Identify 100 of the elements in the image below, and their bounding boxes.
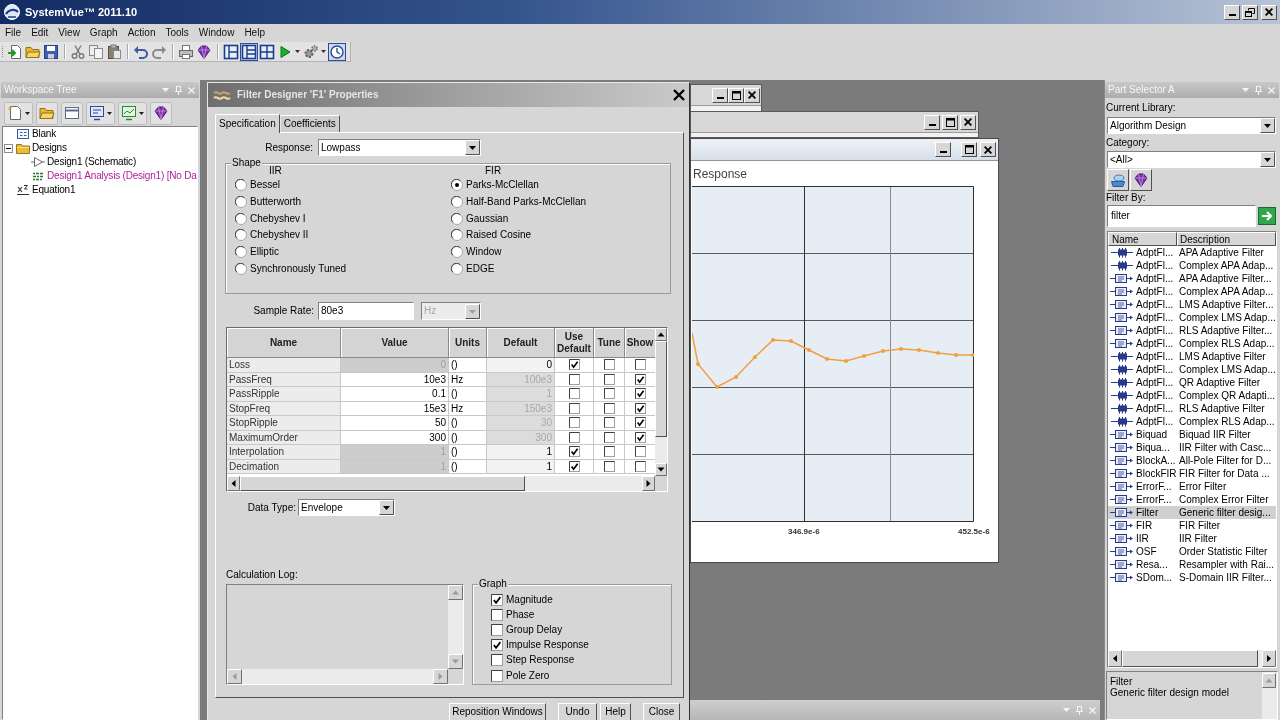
open-button[interactable] xyxy=(36,101,58,125)
checkbox[interactable] xyxy=(603,373,615,385)
checkbox[interactable] xyxy=(603,359,615,371)
tab[interactable]: Coefficients xyxy=(279,115,340,132)
new-item-button[interactable] xyxy=(4,101,33,125)
scroll-left-arrow-icon[interactable] xyxy=(1108,650,1122,667)
checkbox[interactable] xyxy=(634,431,646,443)
tree-item[interactable]: Equation1 xyxy=(3,183,197,197)
minimize-button[interactable] xyxy=(712,87,728,103)
checkbox-option[interactable]: Pole Zero xyxy=(491,667,671,684)
filter-field[interactable]: filter xyxy=(1107,205,1256,227)
checkbox[interactable] xyxy=(634,417,646,429)
caret-icon[interactable] xyxy=(379,500,394,515)
display-button[interactable] xyxy=(86,101,115,125)
radio-option[interactable]: Elliptic xyxy=(235,243,451,261)
column-header[interactable]: Default xyxy=(487,328,555,358)
tree-item[interactable]: Designs xyxy=(3,141,197,155)
checkbox[interactable] xyxy=(568,417,580,429)
menu-item[interactable]: Help xyxy=(239,26,270,40)
maximize-button[interactable] xyxy=(728,87,744,103)
menu-item[interactable]: Action xyxy=(122,26,161,40)
chart-button[interactable] xyxy=(118,101,147,125)
column-header[interactable]: Tune xyxy=(594,328,625,358)
vertical-scrollbar[interactable] xyxy=(655,328,667,476)
floppy-disk-button[interactable] xyxy=(42,42,60,61)
checkbox[interactable] xyxy=(603,446,615,458)
checkbox[interactable] xyxy=(603,402,615,414)
scroll-right-arrow-icon[interactable] xyxy=(642,476,655,491)
split-layout-button[interactable] xyxy=(222,42,240,61)
list-row[interactable]: AdptFl... Complex APA Adap... xyxy=(1108,259,1276,272)
checkbox[interactable] xyxy=(568,431,580,443)
checkbox[interactable] xyxy=(634,446,646,458)
window-button[interactable] xyxy=(61,101,83,125)
checkbox-option[interactable]: Group Delay xyxy=(491,622,671,638)
gears-button[interactable] xyxy=(302,42,328,61)
minimize-button[interactable] xyxy=(1224,4,1240,20)
radio-option[interactable]: Raised Cosine xyxy=(451,227,651,244)
list-row[interactable]: AdptFl... Complex LMS Adap... xyxy=(1108,311,1276,324)
radio-option[interactable]: Chebyshev I xyxy=(235,210,451,228)
tree-item[interactable]: Blank xyxy=(3,127,197,141)
checkbox[interactable] xyxy=(603,460,615,472)
radio-option[interactable]: Butterworth xyxy=(235,193,451,211)
radio-option[interactable]: Window xyxy=(451,243,651,261)
close-icon[interactable] xyxy=(672,88,686,102)
minimize-button[interactable] xyxy=(924,114,940,130)
undo-button[interactable]: Undo xyxy=(558,703,597,720)
checkbox[interactable] xyxy=(603,431,615,443)
scroll-right-arrow-icon[interactable] xyxy=(1262,650,1276,667)
checkbox-option[interactable]: Phase xyxy=(491,607,671,623)
close-button[interactable] xyxy=(980,142,996,157)
checkbox[interactable] xyxy=(568,359,580,371)
checkbox[interactable] xyxy=(568,460,580,472)
close-button[interactable]: Close xyxy=(643,703,680,720)
reposition-windows-button[interactable]: Reposition Windows xyxy=(449,703,546,720)
column-header[interactable]: Show xyxy=(625,328,655,358)
menu-item[interactable]: Graph xyxy=(84,26,123,40)
gem-button[interactable] xyxy=(150,101,172,125)
horizontal-scrollbar[interactable] xyxy=(227,476,655,491)
tab[interactable]: Specification xyxy=(215,114,280,133)
checkbox[interactable] xyxy=(634,402,646,414)
radio-option[interactable]: EDGE xyxy=(451,260,651,278)
column-header[interactable]: Description xyxy=(1177,232,1276,246)
expander-icon[interactable] xyxy=(4,143,13,153)
scissors-button[interactable] xyxy=(69,42,87,61)
column-header[interactable]: Use Default xyxy=(555,328,594,358)
menu-item[interactable]: Tools xyxy=(160,26,194,40)
library-button[interactable] xyxy=(1107,169,1129,191)
scroll-left-arrow-icon[interactable] xyxy=(227,476,240,491)
vertical-scrollbar[interactable] xyxy=(1262,672,1277,719)
clock-button[interactable] xyxy=(328,42,346,61)
data-type-dropdown[interactable]: Envelope xyxy=(298,499,395,516)
scroll-down-arrow-icon[interactable] xyxy=(655,463,667,476)
scrollbar-thumb[interactable] xyxy=(655,341,667,437)
radio-option[interactable]: Synchronously Tuned xyxy=(235,260,451,278)
table-cell[interactable]: 0.1 xyxy=(341,387,449,402)
list-row[interactable]: AdptFl... Complex APA Adap... xyxy=(1108,285,1276,298)
checkbox[interactable] xyxy=(634,388,646,400)
column-header[interactable]: Name xyxy=(1108,232,1177,246)
split-layout-button[interactable] xyxy=(240,42,258,61)
checkbox[interactable] xyxy=(603,388,615,400)
radio-option[interactable]: Half-Band Parks-McClellan xyxy=(451,193,651,211)
checkbox-option[interactable]: Step Response xyxy=(491,652,671,668)
caret-icon[interactable] xyxy=(465,140,480,155)
menu-item[interactable]: Edit xyxy=(26,26,54,40)
clipboard-button[interactable] xyxy=(105,42,123,61)
checkbox[interactable] xyxy=(634,373,646,385)
checkbox[interactable] xyxy=(603,417,615,429)
checkbox-option[interactable]: Magnitude xyxy=(491,592,671,608)
checkbox[interactable] xyxy=(634,460,646,472)
checkbox[interactable] xyxy=(568,402,580,414)
radio-option[interactable]: Chebyshev II xyxy=(235,227,451,244)
radio-option[interactable]: Parks-McClellan xyxy=(451,177,651,194)
scrollbar-thumb[interactable] xyxy=(240,476,525,491)
checkbox[interactable] xyxy=(568,373,580,385)
gem-button[interactable] xyxy=(195,42,213,61)
scrollbar-thumb[interactable] xyxy=(1122,650,1258,667)
maximize-button[interactable] xyxy=(961,142,977,157)
minimize-button[interactable] xyxy=(935,142,951,157)
radio-option[interactable]: Bessel xyxy=(235,177,451,194)
list-row[interactable]: AdptFl... LMS Adaptive Filter... xyxy=(1108,298,1276,311)
